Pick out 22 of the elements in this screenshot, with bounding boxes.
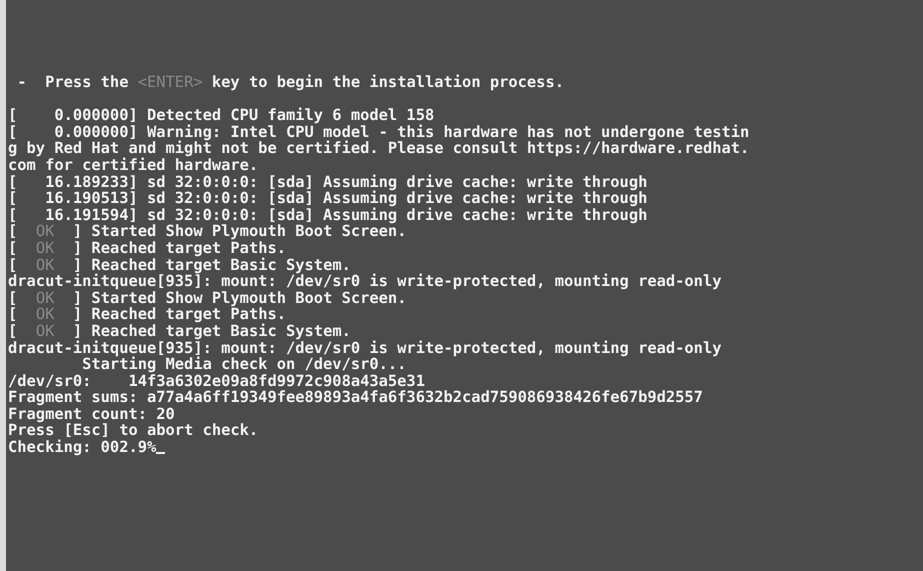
console-line: com for certified hardware. bbox=[8, 156, 258, 174]
console-line: [ 16.190513] sd 32:0:0:0: [sda] Assuming drive cache: write through bbox=[8, 190, 648, 207]
console-line: [ OK ] Started Show Plymouth Boot Screen. bbox=[8, 223, 406, 240]
console-line: [ 16.189233] sd 32:0:0:0: [sda] Assuming drive cache: write through bbox=[8, 174, 648, 190]
console-line: dracut-initqueue[935]: mount: /dev/sr0 is write-protected, mounting read-only bbox=[8, 273, 722, 290]
console-line: /dev/sr0: 14f3a6302e09a8fd9972c908a43a5e31 bbox=[8, 372, 425, 390]
console-line: Fragment sums: a77a4a6ff19349fee89893a4fa6f3632b2cad759086938426fe67b9d2557 bbox=[8, 389, 703, 406]
console-line: - Press the <ENTER> key to begin the installation process. bbox=[16, 74, 564, 91]
console-line: Fragment count: 20 bbox=[8, 406, 175, 422]
console-line: [ OK ] Started Show Plymouth Boot Screen. bbox=[8, 290, 406, 306]
console-line: [ OK ] Reached target Basic System. bbox=[8, 256, 351, 274]
console-line: dracut-initqueue[935]: mount: /dev/sr0 is write-protected, mounting read-only bbox=[8, 340, 722, 356]
console-line: Checking: 002.9% bbox=[8, 439, 166, 456]
console-line: Starting Media check on /dev/sr0... bbox=[82, 356, 406, 373]
console-line: [ OK ] Reached target Paths. bbox=[8, 306, 286, 323]
console-line: Press [Esc] to abort check. bbox=[8, 422, 258, 440]
console-line: [ 0.000000] Detected CPU family 6 model 158 bbox=[8, 107, 434, 124]
console-line: [ 0.000000] Warning: Intel CPU model - this hardware has not undergone testin bbox=[8, 124, 750, 140]
console-line: [ 16.191594] sd 32:0:0:0: [sda] Assuming drive cache: write through bbox=[8, 206, 648, 224]
console-line: [ OK ] Reached target Paths. bbox=[8, 240, 286, 257]
console-line: [ OK ] Reached target Basic System. bbox=[8, 322, 351, 340]
console-line: g by Red Hat and might not be certified. Please consult https://hardware.redhat. bbox=[8, 140, 750, 157]
